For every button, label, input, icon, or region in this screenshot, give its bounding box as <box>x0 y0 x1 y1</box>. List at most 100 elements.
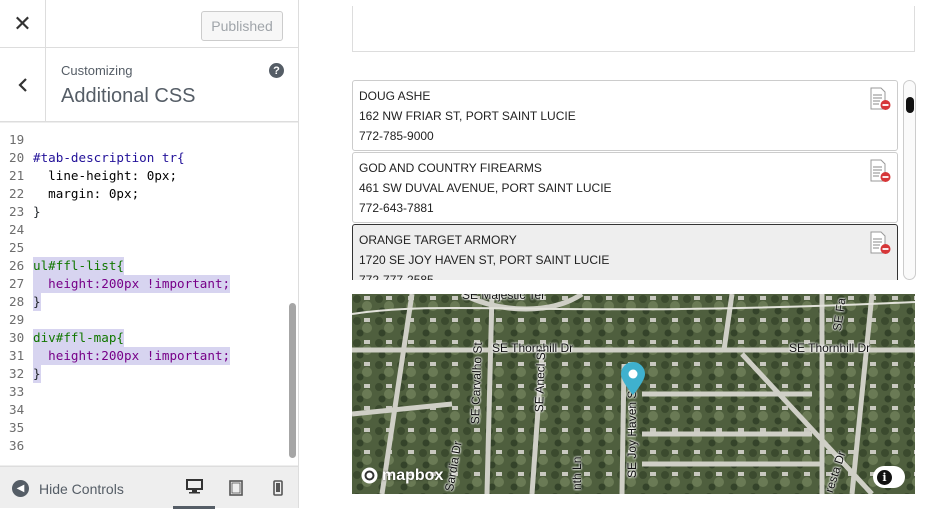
code-line: 20 #tab-description tr{ <box>0 149 287 167</box>
code-line: 32} <box>0 365 287 383</box>
line-number: 35 <box>9 420 25 435</box>
mapbox-logo[interactable]: mapbox <box>360 466 443 485</box>
code-text: } <box>33 293 41 311</box>
published-button[interactable]: Published <box>201 11 283 41</box>
line-number: 30 <box>9 330 25 345</box>
street-label: SE Joy Haven St <box>625 387 639 478</box>
street-label: SE Thornhill Dr <box>789 341 871 355</box>
list-scrollbar[interactable] <box>903 80 916 280</box>
code-line: 26 ul#ffl-list{ <box>0 257 287 275</box>
code-line: 23} <box>0 203 287 221</box>
line-number: 34 <box>9 402 25 417</box>
line-number: 33 <box>9 384 25 399</box>
hide-controls-button[interactable]: ◀ Hide Controls <box>12 480 124 497</box>
code-line: 33 <box>0 383 287 401</box>
code-line: 35 <box>0 419 287 437</box>
mapbox-logo-text: mapbox <box>382 466 444 484</box>
ffl-phone: 772-785-9000 <box>359 129 434 143</box>
map-attribution-button[interactable]: i <box>873 466 905 488</box>
line-number: 29 <box>9 312 25 327</box>
mobile-icon <box>273 480 283 496</box>
editor-scrollbar[interactable] <box>289 303 296 458</box>
hide-controls-label: Hide Controls <box>39 480 124 497</box>
map-marker-icon[interactable] <box>620 362 646 396</box>
css-code-editor[interactable]: 19 20 #tab-description tr{ 21 line-height… <box>0 123 298 465</box>
ffl-name: GOD AND COUNTRY FIREARMS <box>359 161 542 175</box>
site-preview: DOUG ASHE 162 NW FRIAR ST, PORT SAINT LU… <box>300 0 934 508</box>
code-line: 30 div#ffl-map{ <box>0 329 287 347</box>
line-number: 22 <box>9 186 25 201</box>
document-remove-icon[interactable] <box>869 159 891 183</box>
line-number: 36 <box>9 438 25 453</box>
street-label: SE Carvalho St <box>468 342 485 425</box>
code-line: 21 line-height: 0px; <box>0 167 287 185</box>
code-text: } <box>33 204 41 219</box>
list-item[interactable]: DOUG ASHE 162 NW FRIAR ST, PORT SAINT LU… <box>352 80 898 151</box>
code-line: 36 <box>0 437 287 455</box>
customizing-label: Customizing <box>61 63 133 78</box>
code-text: #tab-description tr{ <box>33 150 185 165</box>
list-item[interactable]: GOD AND COUNTRY FIREARMS 461 SW DUVAL AV… <box>352 152 898 223</box>
close-button[interactable]: ✕ <box>0 0 46 48</box>
document-remove-icon[interactable] <box>869 87 891 111</box>
ffl-address: 162 NW FRIAR ST, PORT SAINT LUCIE <box>359 109 576 123</box>
code-text: } <box>33 365 41 383</box>
ffl-map[interactable]: SE Majestic Ter SE Thornhill Dr SE Thorn… <box>352 294 915 494</box>
code-text: ul#ffl-list{ <box>33 257 124 275</box>
line-number: 31 <box>9 348 25 363</box>
chevron-left-icon <box>17 78 27 92</box>
tablet-icon <box>229 480 243 496</box>
list-item-selected[interactable]: ORANGE TARGET ARMORY 1720 SE JOY HAVEN S… <box>352 224 898 280</box>
street-label: nth Ln <box>570 456 584 490</box>
code-line: 27 height:200px !important; <box>0 275 287 293</box>
ffl-phone: 772-777-2585 <box>359 273 434 280</box>
line-number: 20 <box>9 150 25 165</box>
code-line: 25 <box>0 239 287 257</box>
section-title: Additional CSS <box>61 85 196 107</box>
line-number: 21 <box>9 168 25 183</box>
line-number: 26 <box>9 258 25 273</box>
panel-header: ✕ Published <box>0 0 298 48</box>
panel-footer: ◀ Hide Controls <box>0 466 299 509</box>
customizer-panel: ✕ Published Customizing Additional CSS ?… <box>0 0 299 509</box>
code-line: 28} <box>0 293 287 311</box>
code-text: height:200px !important; <box>33 275 231 293</box>
back-button[interactable] <box>0 48 46 122</box>
section-header: Customizing Additional CSS ? <box>0 48 298 122</box>
list-scroll-thumb[interactable] <box>906 97 914 113</box>
mapbox-logo-icon <box>361 467 378 484</box>
street-label: SE Anecl St <box>532 348 549 413</box>
line-number: 32 <box>9 366 25 381</box>
preview-desktop-button[interactable] <box>173 467 215 509</box>
description-box <box>352 6 915 52</box>
preview-mobile-button[interactable] <box>257 467 299 509</box>
line-number: 19 <box>9 132 25 147</box>
close-icon: ✕ <box>13 11 32 36</box>
code-text: line-height: 0px; <box>33 168 178 183</box>
collapse-icon: ◀ <box>12 480 29 497</box>
code-line: 29 <box>0 311 287 329</box>
code-line: 22 margin: 0px; <box>0 185 287 203</box>
info-icon: i <box>877 469 892 485</box>
desktop-icon <box>185 479 203 494</box>
document-remove-icon[interactable] <box>869 231 891 255</box>
ffl-name: ORANGE TARGET ARMORY <box>359 233 517 247</box>
ffl-address: 1720 SE JOY HAVEN ST, PORT SAINT LUCIE <box>359 253 610 267</box>
help-icon[interactable]: ? <box>269 63 284 78</box>
code-line: 31 height:200px !important; <box>0 347 287 365</box>
street-label: SE Thornhill Dr <box>492 341 574 355</box>
line-number: 25 <box>9 240 25 255</box>
preview-tablet-button[interactable] <box>215 467 257 509</box>
code-line: 24 <box>0 221 287 239</box>
ffl-list[interactable]: DOUG ASHE 162 NW FRIAR ST, PORT SAINT LU… <box>352 80 899 280</box>
ffl-address: 461 SW DUVAL AVENUE, PORT SAINT LUCIE <box>359 181 612 195</box>
code-line: 34 <box>0 401 287 419</box>
ffl-phone: 772-643-7881 <box>359 201 434 215</box>
ffl-name: DOUG ASHE <box>359 89 431 103</box>
line-number: 27 <box>9 276 25 291</box>
code-line: 19 <box>0 131 287 149</box>
line-number: 24 <box>9 222 25 237</box>
line-number: 28 <box>9 294 25 309</box>
code-text: height:200px !important; <box>33 347 231 365</box>
code-text: div#ffl-map{ <box>33 329 124 347</box>
